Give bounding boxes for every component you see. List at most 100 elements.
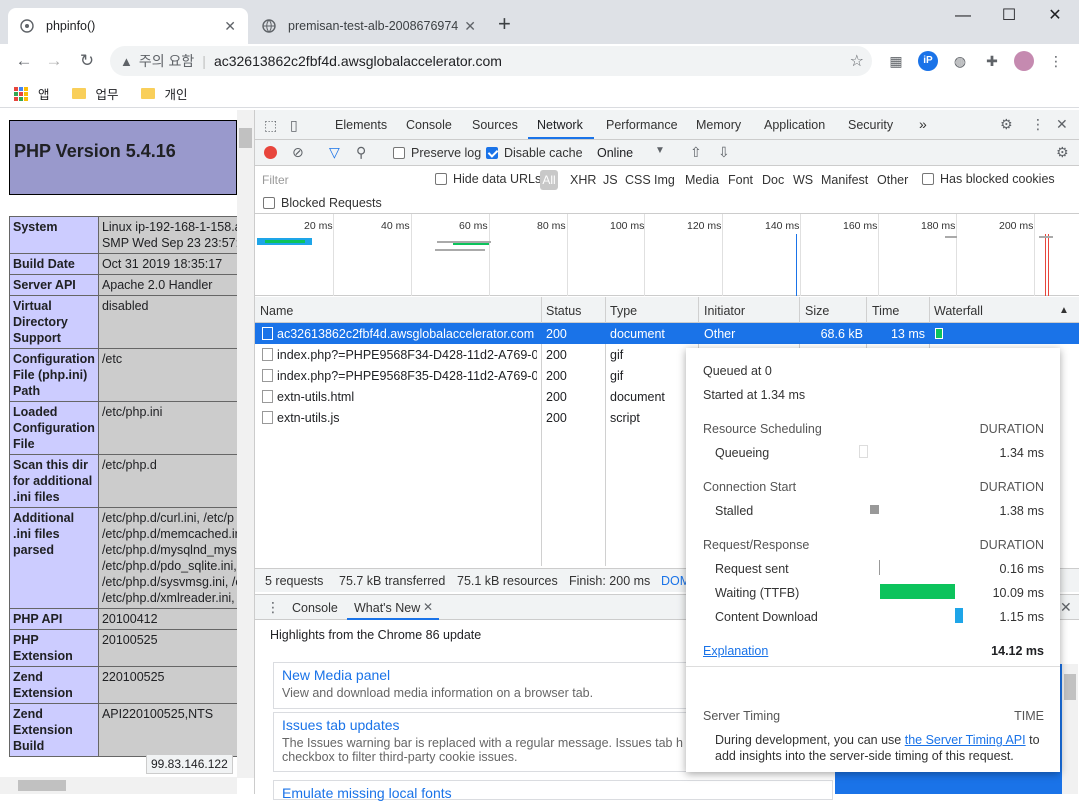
clear-icon[interactable]: ⊘ (292, 144, 304, 161)
filter-ws[interactable]: WS (793, 173, 813, 187)
star-icon[interactable]: ☆ (850, 51, 864, 71)
forward-icon[interactable]: → (42, 50, 66, 74)
upload-icon[interactable]: ⇧ (690, 144, 702, 161)
tab-network[interactable]: Network (537, 118, 583, 132)
close-drawer-tab-icon[interactable]: ✕ (423, 600, 433, 614)
filter-input[interactable]: Filter (259, 171, 421, 189)
network-overview[interactable]: 20 ms 40 ms 60 ms 80 ms 100 ms 120 ms 14… (255, 214, 1079, 296)
disable-cache-checkbox[interactable]: Disable cache (486, 146, 583, 160)
puzzle-icon[interactable]: ✚ (982, 51, 1002, 71)
checkbox-box[interactable] (263, 197, 275, 209)
record-icon[interactable] (264, 146, 277, 159)
ttfb-bar (880, 584, 955, 599)
load-line (1048, 234, 1049, 296)
has-blocked-cookies-checkbox[interactable]: Has blocked cookies (922, 172, 1055, 186)
close-devtools-icon[interactable]: ✕ (1056, 116, 1068, 133)
preserve-log-checkbox[interactable]: Preserve log (393, 146, 481, 160)
column-type[interactable]: Type (610, 304, 637, 318)
drawer-scrollbar[interactable] (1062, 664, 1078, 794)
maximize-button[interactable]: ☐ (986, 4, 1032, 28)
bookmark-personal[interactable]: 개인 (140, 84, 188, 103)
tab-premisan[interactable]: premisan-test-alb-2008676974.u ✕ (250, 8, 488, 44)
tab-performance[interactable]: Performance (606, 118, 678, 132)
checkbox-box[interactable] (486, 147, 498, 159)
filter-css[interactable]: CSS (625, 173, 651, 187)
server-timing-api-link[interactable]: the Server Timing API (905, 733, 1026, 747)
hide-data-urls-checkbox[interactable]: Hide data URLs (435, 172, 541, 186)
tab-security[interactable]: Security (848, 118, 893, 132)
back-icon[interactable]: ← (12, 50, 36, 74)
close-drawer-icon[interactable]: ✕ (1060, 599, 1072, 616)
filter-js[interactable]: JS (603, 173, 618, 187)
menu-dots-icon[interactable]: ⋮ (1046, 51, 1066, 71)
close-window-button[interactable]: ✕ (1032, 4, 1078, 28)
column-size[interactable]: Size (805, 304, 829, 318)
filter-manifest[interactable]: Manifest (821, 173, 868, 187)
kebab-menu-icon[interactable]: ⋮ (1031, 116, 1045, 133)
globe-icon (20, 19, 34, 33)
network-settings-icon[interactable]: ⚙ (1056, 144, 1069, 161)
address-bar[interactable]: ▲ 주의 요함 | ac32613862c2fbf4d.awsglobalacc… (110, 46, 872, 76)
feature-title[interactable]: Emulate missing local fonts (282, 785, 824, 801)
warning-icon[interactable]: ▲ (120, 54, 133, 69)
reload-icon[interactable]: ↻ (75, 50, 99, 74)
filter-other[interactable]: Other (877, 173, 908, 187)
inspect-icon[interactable]: ⬚ (264, 117, 277, 134)
checkbox-box[interactable] (435, 173, 447, 185)
tab-phpinfo[interactable]: phpinfo() ✕ (8, 8, 248, 44)
settings-gear-icon[interactable]: ⚙ (1000, 116, 1013, 133)
chevron-down-icon[interactable]: ▼ (655, 145, 665, 156)
php-info-key: Server API (9, 274, 99, 296)
tab-memory[interactable]: Memory (696, 118, 741, 132)
ip-extension-icon[interactable]: iP (918, 51, 938, 71)
tab-console[interactable]: Console (406, 118, 452, 132)
page-horizontal-scrollbar[interactable] (0, 777, 237, 794)
filter-xhr[interactable]: XHR (570, 173, 596, 187)
php-info-value: /etc/php.d/curl.ini, /etc/p /etc/php.d/m… (97, 507, 240, 609)
filter-font[interactable]: Font (728, 173, 753, 187)
close-tab-icon[interactable]: ✕ (464, 18, 476, 35)
filter-media[interactable]: Media (685, 173, 719, 187)
page-vertical-scrollbar[interactable] (237, 110, 254, 778)
search-icon[interactable]: ⚲ (356, 144, 366, 161)
column-name[interactable]: Name (260, 304, 293, 318)
column-initiator[interactable]: Initiator (704, 304, 745, 318)
explanation-link[interactable]: Explanation (703, 644, 768, 658)
throttle-select[interactable]: Online (597, 146, 633, 160)
download-icon[interactable]: ⇩ (718, 144, 730, 161)
browser-chrome: phpinfo() ✕ premisan-test-alb-2008676974… (0, 0, 1079, 110)
more-tabs-icon[interactable]: » (919, 116, 927, 132)
request-row[interactable]: ac32613862c2fbf4d.awsglobalaccelerator.c… (255, 323, 1079, 344)
filter-doc[interactable]: Doc (762, 173, 784, 187)
checkbox-box[interactable] (393, 147, 405, 159)
device-toolbar-icon[interactable]: ▯ (290, 117, 298, 134)
tab-sources[interactable]: Sources (472, 118, 518, 132)
avatar[interactable] (1014, 51, 1034, 71)
bookmark-work[interactable]: 업무 (71, 84, 119, 103)
column-time[interactable]: Time (872, 304, 899, 318)
feature-card[interactable]: Emulate missing local fonts (273, 780, 833, 801)
drawer-tab-console[interactable]: Console (292, 601, 338, 615)
new-tab-button[interactable]: + (498, 12, 511, 36)
close-tab-icon[interactable]: ✕ (224, 18, 236, 35)
globe-extension-icon[interactable]: ◍ (950, 51, 970, 71)
qr-extension-icon[interactable]: ▦ (886, 51, 906, 71)
sort-up-icon[interactable]: ▲ (1059, 305, 1069, 316)
tab-application[interactable]: Application (764, 118, 825, 132)
filter-img[interactable]: Img (654, 173, 675, 187)
url-text[interactable]: ac32613862c2fbf4d.awsglobalaccelerator.c… (214, 53, 502, 69)
column-waterfall[interactable]: Waterfall (934, 304, 983, 318)
drawer-menu-icon[interactable]: ⋮ (266, 599, 280, 616)
blocked-requests-checkbox[interactable]: Blocked Requests (263, 196, 382, 210)
security-label[interactable]: 주의 요함 (139, 51, 194, 71)
column-status[interactable]: Status (546, 304, 581, 318)
filter-all-button[interactable]: All (540, 170, 558, 190)
php-info-key: Loaded Configuration File (9, 401, 99, 455)
drawer-tab-whats-new[interactable]: What's New (354, 601, 420, 615)
minimize-button[interactable]: — (940, 4, 986, 28)
filter-icon[interactable]: ▽ (329, 144, 340, 161)
checkbox-box[interactable] (922, 173, 934, 185)
bookmark-apps[interactable]: 앱 (14, 84, 50, 103)
php-info-row: Build Date Oct 31 2019 18:35:17 (9, 253, 240, 275)
tab-elements[interactable]: Elements (335, 118, 387, 132)
